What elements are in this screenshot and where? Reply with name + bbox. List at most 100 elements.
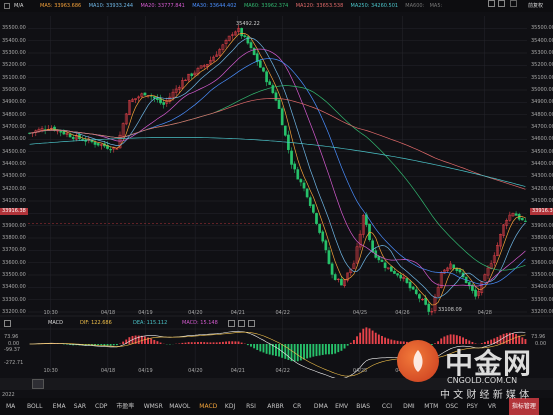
macd-time-tick-label: 04/19 — [138, 368, 153, 374]
price-tick-label: 33900.00 — [531, 222, 553, 229]
macd-axis-top-right: 73.96 — [531, 334, 546, 340]
moving-average-lines — [29, 33, 526, 306]
candle-body — [377, 256, 381, 261]
price-tick-label: 34800.00 — [531, 111, 553, 118]
candlestick-series — [28, 25, 527, 316]
price-tick-label: 33300.00 — [2, 296, 26, 303]
macd-toggle-icon[interactable] — [4, 320, 11, 327]
price-tick-label: 34500.00 — [531, 148, 553, 155]
current-price-badge-right: 33916.38 — [530, 208, 553, 215]
price-tick-label: 35400.00 — [2, 37, 26, 44]
indicator-tab[interactable]: CCI — [382, 398, 392, 415]
indicator-tab[interactable]: BOLL — [27, 398, 42, 415]
candle-body — [308, 197, 312, 206]
brand-url: CNGOLD.COM.CN — [447, 376, 518, 385]
time-tick-label: 04/26 — [395, 310, 410, 316]
candle-body — [324, 240, 328, 251]
indicator-tab[interactable]: SAR — [74, 398, 86, 415]
indicator-tab[interactable]: DMI — [403, 398, 415, 415]
macd-dea-label: DEA: 115.112 — [133, 320, 168, 326]
indicator-tab[interactable]: BIAS — [356, 398, 370, 415]
candle-body — [321, 231, 325, 242]
price-tick-label: 34700.00 — [2, 124, 26, 130]
candle-body — [249, 42, 253, 48]
indicator-tab[interactable]: 市盈率 — [116, 398, 134, 415]
time-tick-label: 04/25 — [352, 310, 368, 316]
candle-body — [312, 204, 315, 213]
candle-body — [68, 133, 72, 138]
price-tick-label: 33400.00 — [2, 284, 26, 291]
candle-body — [524, 220, 527, 222]
scroll-handle[interactable] — [32, 379, 44, 389]
indicator-tab[interactable]: KDJ — [225, 398, 235, 415]
macd-close-icon[interactable] — [248, 320, 255, 327]
price-tick-label: 33200.00 — [2, 309, 26, 315]
candle-body — [389, 266, 393, 272]
candle-body — [305, 188, 309, 198]
price-tick-label: 34100.00 — [2, 198, 26, 204]
candle-body — [418, 294, 421, 299]
price-tick-label: 34800.00 — [2, 111, 26, 118]
candle-body — [296, 169, 300, 180]
macd-header: MACD DIF: 122.686 DEA: 115.112 MACD: 15.… — [0, 318, 553, 328]
candle-body — [143, 92, 147, 96]
candle-body — [333, 274, 337, 280]
indicator-tab[interactable]: DMA — [314, 398, 328, 415]
indicator-tab[interactable]: ARBR — [267, 398, 284, 415]
high-price-label: 35492.22 — [236, 21, 260, 27]
indicator-tab[interactable]: MA — [6, 398, 15, 415]
indicator-tab[interactable]: MAVOL — [169, 398, 190, 415]
macd-axis-top: 73.96 — [4, 334, 19, 340]
price-tick-label: 35500.00 — [531, 25, 553, 32]
indicator-tab[interactable]: WMSR — [144, 398, 163, 415]
indicator-tab[interactable]: MACD — [199, 398, 217, 415]
indicator-tab[interactable]: RSI — [246, 398, 256, 415]
price-tick-label: 33500.00 — [2, 272, 26, 278]
candle-body — [452, 264, 456, 269]
candle-body — [246, 36, 250, 44]
price-tick-label: 34300.00 — [2, 173, 26, 180]
time-tick-label: 10:30 — [43, 310, 58, 316]
candle-body — [396, 273, 399, 276]
price-tick-label: 33300.00 — [531, 296, 553, 303]
candle-body — [240, 27, 243, 37]
price-tick-label: 35300.00 — [531, 50, 553, 56]
candle-body — [115, 148, 119, 150]
indicator-tab[interactable]: MTM — [424, 398, 438, 415]
macd-title: MACD — [48, 320, 63, 326]
price-tick-label: 34700.00 — [531, 124, 553, 130]
candle-body — [277, 99, 281, 109]
indicator-tab[interactable]: EMV — [335, 398, 348, 415]
price-tick-label: 34200.00 — [2, 185, 26, 192]
candle-body — [383, 262, 387, 268]
price-tick-label: 33700.00 — [2, 247, 26, 254]
price-tick-label: 34500.00 — [2, 148, 26, 155]
price-tick-label: 35000.00 — [2, 87, 26, 93]
candle-body — [268, 81, 272, 85]
price-tick-label: 33400.00 — [531, 284, 553, 291]
macd-visibility-icon[interactable] — [238, 320, 245, 327]
candle-body — [327, 250, 331, 264]
price-tick-label: 33800.00 — [2, 235, 26, 241]
candle-body — [299, 179, 303, 183]
price-tick-label: 34200.00 — [531, 185, 553, 192]
macd-axis-zero-right: 0.00 — [535, 341, 547, 347]
indicator-tab[interactable]: CDP — [95, 398, 107, 415]
candle-body — [302, 182, 306, 189]
candle-body — [71, 137, 75, 139]
price-tick-label: 35500.00 — [2, 25, 26, 32]
candle-body — [520, 218, 524, 221]
indicator-tab[interactable]: CR — [293, 398, 301, 415]
indicator-tab[interactable]: EMA — [53, 398, 66, 415]
candle-body — [380, 259, 384, 262]
macd-settings-icon[interactable] — [228, 320, 235, 327]
candle-body — [318, 223, 321, 233]
time-tick-label: 04/28 — [477, 310, 492, 316]
candle-body — [271, 85, 275, 94]
price-tick-label: 33600.00 — [531, 259, 553, 266]
macd-value-label: MACD: 15.148 — [182, 320, 218, 326]
candle-body — [474, 289, 477, 297]
macd-time-tick-label: 04/22 — [275, 368, 290, 374]
price-tick-label: 34400.00 — [2, 161, 26, 167]
macd-axis-bottom: -272.71 — [4, 360, 24, 366]
